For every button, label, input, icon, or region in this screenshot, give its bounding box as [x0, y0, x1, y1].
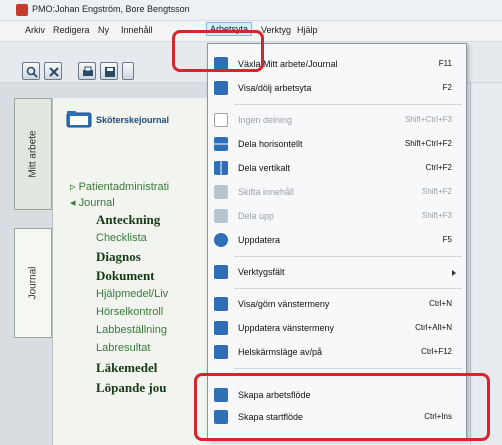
window-title: PMO:Johan Engström, Bore Bengtsson — [32, 4, 190, 14]
menu-separator — [234, 368, 462, 369]
split-vertical-icon — [214, 161, 228, 175]
no-split-icon — [214, 113, 228, 127]
menu-item-shortcut: Shift+F3 — [421, 211, 452, 220]
menu-arkiv[interactable]: Arkiv — [22, 24, 48, 36]
swap-content-icon — [214, 185, 228, 199]
menu-item-dela-vertikalt[interactable]: Dela vertikalt Ctrl+F2 — [208, 158, 466, 180]
document-icon[interactable] — [122, 62, 134, 80]
menu-item-shortcut: F2 — [442, 83, 452, 92]
tree-item-dokument[interactable]: Dokument — [96, 268, 155, 284]
menu-item-helskarmslage[interactable]: Helskärmsläge av/på Ctrl+F12 — [208, 342, 466, 364]
menu-item-ingen-delning[interactable]: Ingen delning Shift+Ctrl+F3 — [208, 110, 466, 132]
menu-item-label: Ingen delning — [238, 115, 293, 125]
menu-item-uppdatera-vanstermeny[interactable]: Uppdatera vänstermeny Ctrl+Alt+N — [208, 318, 466, 340]
tree-item-patientadministration[interactable]: ▹ Patientadministrati — [70, 180, 169, 193]
menu-item-skifta-innehall[interactable]: Skifta innehåll Shift+F2 — [208, 182, 466, 204]
menu-item-shortcut: F11 — [438, 59, 452, 68]
menu-innehall[interactable]: Innehåll — [118, 24, 156, 36]
menu-item-shortcut: Shift+F2 — [421, 187, 452, 196]
split-horizontal-icon — [214, 137, 228, 151]
menu-item-uppdatera[interactable]: Uppdatera F5 — [208, 230, 466, 252]
menu-ny[interactable]: Ny — [95, 24, 112, 36]
tree-item-lopande-journal[interactable]: Löpande jou — [96, 380, 166, 396]
menu-item-label: Dela upp — [238, 211, 275, 221]
menu-item-label: Uppdatera — [238, 235, 281, 245]
folder-icon — [66, 111, 92, 128]
menu-item-label: Dela vertikalt — [238, 163, 291, 173]
toolbar-icon — [214, 265, 228, 279]
menu-item-dela-upp[interactable]: Dela upp Shift+F3 — [208, 206, 466, 228]
menu-item-visa-dolj-arbetsyta[interactable]: Visa/dölj arbetsyta F2 — [208, 78, 466, 100]
save-icon[interactable] — [100, 62, 118, 80]
menu-item-label: Visa/göm vänstermeny — [238, 299, 330, 309]
highlight-skapa-floden — [194, 373, 490, 441]
menu-separator — [234, 256, 462, 257]
menu-item-dela-horisontellt[interactable]: Dela horisontellt Shift+Ctrl+F2 — [208, 134, 466, 156]
menu-item-verktygsfalt[interactable]: Verktygsfält — [208, 262, 466, 284]
tree-item-checklista[interactable]: Checklista — [96, 232, 147, 244]
fullscreen-icon — [214, 345, 228, 359]
tree-item-diagnos[interactable]: Diagnos — [96, 249, 141, 265]
menu-item-label: Skifta innehåll — [238, 187, 295, 197]
tree-item-hjalpmedel[interactable]: Hjälpmedel/Liv — [96, 288, 168, 300]
menu-item-shortcut: Ctrl+N — [429, 299, 452, 308]
title-bar: PMO:Johan Engström, Bore Bengtsson — [0, 0, 502, 21]
menu-item-shortcut: Ctrl+F2 — [425, 163, 452, 172]
submenu-arrow-icon — [452, 270, 456, 276]
highlight-arbetsyta — [172, 30, 264, 72]
tree-item-labbestallning[interactable]: Labbeställning — [96, 324, 167, 336]
app-icon — [16, 4, 28, 16]
tab-journal-label: Journal — [27, 266, 39, 300]
close-icon[interactable] — [44, 62, 62, 80]
tab-journal[interactable]: Journal — [14, 228, 52, 338]
tree-item-horselkontroll[interactable]: Hörselkontroll — [96, 306, 163, 318]
nav-header: Sköterskejournal — [96, 115, 170, 125]
menu-item-visa-gom-vanstermeny[interactable]: Visa/göm vänstermeny Ctrl+N — [208, 294, 466, 316]
tab-mitt-arbete[interactable]: Mitt arbete — [14, 98, 52, 210]
menu-item-label: Uppdatera vänstermeny — [238, 323, 335, 333]
tree-item-journal[interactable]: ◂ Journal — [70, 196, 115, 209]
tree-item-lakemedel[interactable]: Läkemedel — [96, 360, 157, 376]
menu-item-label: Verktygsfält — [238, 267, 285, 277]
menu-item-label: Visa/dölj arbetsyta — [238, 83, 312, 93]
search-icon[interactable] — [22, 62, 40, 80]
split-up-icon — [214, 209, 228, 223]
menu-item-label: Dela horisontellt — [238, 139, 303, 149]
tree-item-labresultat[interactable]: Labresultat — [96, 342, 150, 354]
tree-item-anteckning[interactable]: Anteckning — [96, 212, 160, 228]
toggle-workspace-icon — [214, 81, 228, 95]
menu-separator — [234, 104, 462, 105]
refresh-menu-icon — [214, 321, 228, 335]
print-icon[interactable] — [78, 62, 96, 80]
menu-item-shortcut: Ctrl+F12 — [421, 347, 452, 356]
menu-hjalp[interactable]: Hjälp — [294, 24, 321, 36]
refresh-icon — [214, 233, 228, 247]
tab-mitt-arbete-label: Mitt arbete — [27, 130, 39, 178]
left-menu-icon — [214, 297, 228, 311]
menu-item-shortcut: Ctrl+Alt+N — [415, 323, 452, 332]
menu-redigera[interactable]: Redigera — [50, 24, 93, 36]
menu-separator — [234, 288, 462, 289]
menu-item-label: Helskärmsläge av/på — [238, 347, 323, 357]
menu-item-shortcut: F5 — [442, 235, 452, 244]
menu-item-shortcut: Shift+Ctrl+F2 — [404, 139, 452, 148]
menu-item-shortcut: Shift+Ctrl+F3 — [404, 115, 452, 124]
